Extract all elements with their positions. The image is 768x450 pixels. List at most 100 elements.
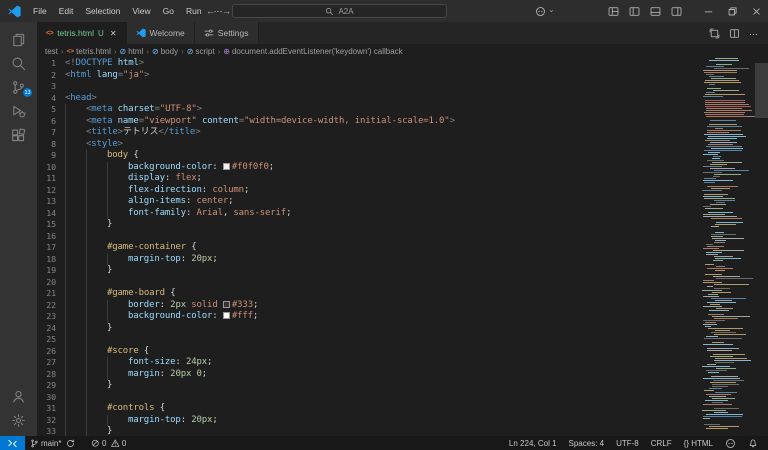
breadcrumb-separator: › — [218, 47, 221, 56]
accounts-button[interactable] — [0, 384, 37, 408]
more-actions-icon[interactable]: ⋯ — [749, 24, 758, 42]
indent-guide — [107, 208, 128, 220]
remote-indicator[interactable] — [0, 436, 25, 450]
indent-guide — [65, 104, 86, 116]
code-token: > — [118, 139, 123, 149]
minimap-line — [707, 246, 724, 247]
git-branch-item[interactable]: main* — [25, 436, 80, 450]
indent-guide — [65, 415, 86, 427]
breadcrumb-item[interactable]: ⊘body — [152, 47, 178, 56]
toggle-secondary-sidebar-icon[interactable] — [671, 6, 682, 17]
breadcrumb-item[interactable]: ⊘html — [120, 47, 144, 56]
split-editor-icon[interactable] — [729, 28, 740, 39]
open-preview-icon[interactable] — [709, 28, 720, 39]
copilot-menu-button[interactable]: ⌄ — [535, 0, 555, 22]
minimap-line — [705, 106, 751, 107]
scrollbar-slider[interactable] — [755, 63, 768, 118]
minimap-line — [705, 274, 722, 275]
tab-welcome[interactable]: Welcome — [127, 22, 195, 44]
minimap-line — [700, 346, 755, 347]
back-icon[interactable]: ← — [206, 6, 215, 16]
minimap-line — [706, 336, 718, 337]
code-token: charset — [112, 104, 154, 114]
close-icon[interactable]: ✕ — [110, 29, 117, 38]
minimap-line — [700, 210, 755, 211]
status-ln-224-col-1[interactable]: Ln 224, Col 1 — [503, 436, 563, 450]
code-line: 24} — [37, 323, 698, 335]
close-icon[interactable] — [744, 0, 768, 22]
line-content: background-color: #fff; — [65, 311, 258, 323]
breadcrumb-separator: › — [61, 47, 64, 56]
tab-settings[interactable]: Settings — [195, 22, 259, 44]
problems-item[interactable]: 0 0 — [86, 436, 131, 450]
line-content: font-size: 24px; — [65, 357, 212, 369]
indent-guide — [107, 311, 128, 323]
indent-guide — [86, 265, 107, 277]
breadcrumb-item[interactable]: test — [45, 47, 58, 56]
notifications-bell-icon[interactable] — [742, 436, 764, 450]
status-html[interactable]: {} HTML — [678, 436, 719, 450]
status-crlf[interactable]: CRLF — [645, 436, 678, 450]
copilot-icon[interactable] — [719, 436, 742, 450]
customize-layout-icon[interactable] — [608, 6, 619, 17]
manage-gear-button[interactable] — [0, 408, 37, 432]
explorer-button[interactable] — [0, 27, 37, 51]
code-token: : — [160, 300, 171, 310]
vertical-scrollbar[interactable] — [755, 58, 768, 436]
extensions-button[interactable] — [0, 123, 37, 147]
vscode-logo-icon — [8, 5, 21, 18]
breadcrumb-item[interactable]: ⊕document.addEventListener('keydown') ca… — [223, 47, 402, 56]
indent-guide — [86, 254, 107, 266]
line-content: <meta name="viewport" content="width=dev… — [65, 116, 455, 128]
tab-tetris-html[interactable]: <>tetris.htmlU✕ — [37, 22, 127, 44]
status-spaces-4[interactable]: Spaces: 4 — [563, 436, 611, 450]
restore-icon[interactable] — [720, 0, 744, 22]
breadcrumb-item[interactable]: <>tetris.html — [67, 47, 111, 56]
code-editor[interactable]: 1<!DOCTYPE html>2<html lang="ja">34<head… — [37, 58, 768, 436]
line-content: } — [65, 323, 112, 335]
minimize-icon[interactable] — [696, 0, 720, 22]
line-content — [65, 231, 107, 243]
minimap-line — [706, 92, 715, 93]
code-token: ; — [207, 357, 212, 367]
minimap-line — [700, 62, 755, 63]
color-swatch[interactable] — [223, 312, 230, 319]
line-number: 26 — [37, 346, 56, 358]
code-token: : — [181, 415, 192, 425]
color-swatch[interactable] — [223, 301, 230, 308]
toggle-primary-sidebar-icon[interactable] — [629, 6, 640, 17]
code-token: html — [112, 58, 138, 68]
source-control-button[interactable]: 13 — [0, 75, 37, 99]
code-line: 2<html lang="ja"> — [37, 70, 698, 82]
color-swatch[interactable] — [223, 163, 230, 170]
code-token: "width=device-width, initial-scale=1.0" — [244, 116, 449, 126]
minimap-line — [711, 298, 745, 299]
line-content: flex-direction: column; — [65, 185, 249, 197]
minimap-line — [711, 218, 742, 219]
menu-go[interactable]: Go — [157, 0, 180, 22]
minimap[interactable] — [700, 58, 755, 436]
menu-view[interactable]: View — [126, 0, 156, 22]
status-utf-8[interactable]: UTF-8 — [610, 436, 645, 450]
command-center-search[interactable]: A2A — [232, 4, 447, 18]
search-button[interactable] — [0, 51, 37, 75]
menu-selection[interactable]: Selection — [79, 0, 126, 22]
minimap-line — [716, 202, 726, 203]
minimap-line — [700, 220, 755, 221]
menu-run[interactable]: Run — [180, 0, 208, 22]
forward-icon[interactable]: → — [222, 6, 231, 16]
minimap-line — [714, 284, 749, 285]
menu-edit[interactable]: Edit — [53, 0, 80, 22]
code-token: , — [223, 208, 234, 218]
code-token: display — [128, 173, 165, 183]
code-token: body — [107, 150, 128, 160]
menu-file[interactable]: File — [27, 0, 53, 22]
minimap-line — [705, 264, 715, 265]
run-debug-button[interactable] — [0, 99, 37, 123]
indent-guide — [107, 415, 128, 427]
toggle-panel-icon[interactable] — [650, 6, 661, 17]
breadcrumb-item[interactable]: ⊘script — [187, 47, 215, 56]
line-number: 9 — [37, 150, 56, 162]
code-token: "viewport" — [144, 116, 197, 126]
code-token: center — [197, 196, 229, 206]
